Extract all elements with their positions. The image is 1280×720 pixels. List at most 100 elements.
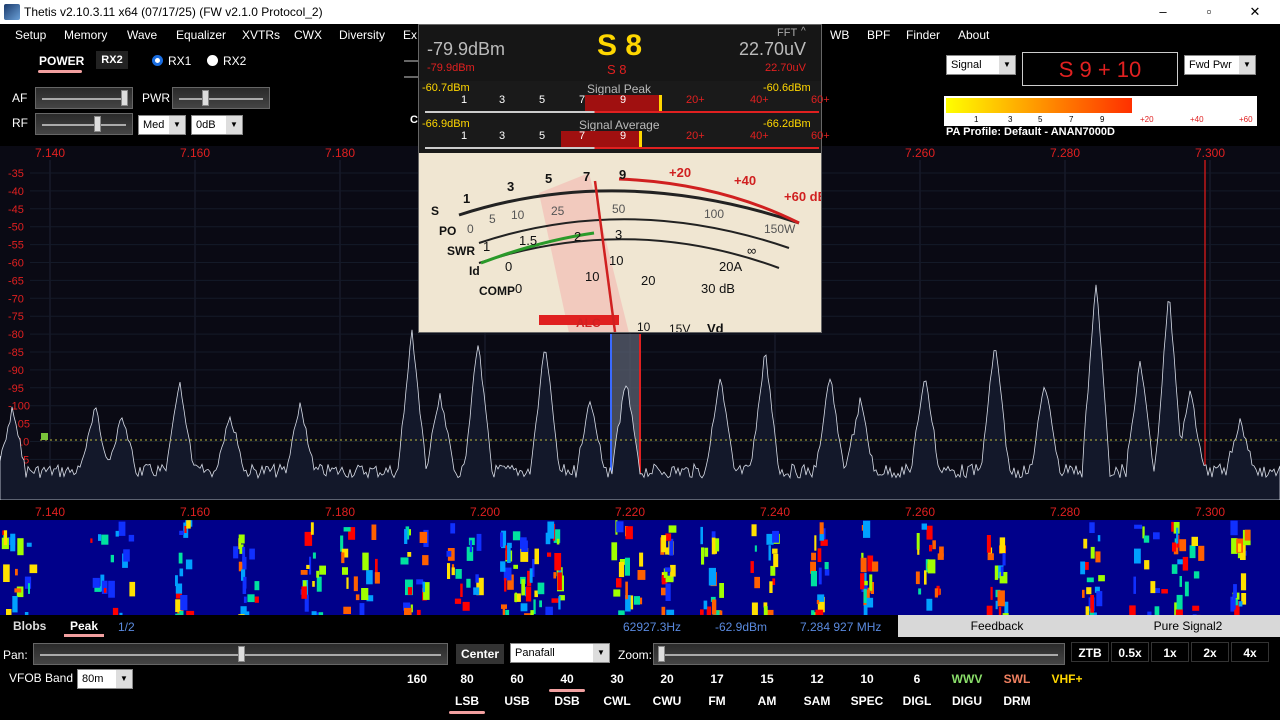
- scale-label: 60+: [811, 94, 830, 106]
- waterfall-cell: [703, 600, 708, 610]
- band-button-10[interactable]: 10: [845, 670, 889, 688]
- waterfall-cell: [473, 587, 480, 595]
- band-button-160[interactable]: 160: [395, 670, 439, 688]
- band-button-6[interactable]: 6: [895, 670, 939, 688]
- af-slider[interactable]: [35, 87, 133, 109]
- pure-signal-button[interactable]: Pure Signal2: [1096, 615, 1280, 637]
- blobs-button[interactable]: Blobs: [13, 619, 46, 633]
- meter-overlay[interactable]: -79.9dBm S 8 22.70uV FFT ^ -79.9dBm S 8 …: [418, 24, 830, 333]
- scale-label: 7: [579, 130, 586, 142]
- rx2-button[interactable]: RX2: [96, 51, 128, 69]
- menu-wb[interactable]: WB: [830, 28, 849, 42]
- scale-label: 5: [539, 94, 546, 106]
- close-button[interactable]: ✕: [1232, 2, 1278, 22]
- menu-memory[interactable]: Memory: [64, 28, 107, 42]
- band-button-20[interactable]: 20: [645, 670, 689, 688]
- mode-button-spec[interactable]: SPEC: [845, 692, 889, 710]
- waterfall-cell: [547, 552, 552, 557]
- waterfall-cell: [12, 596, 18, 613]
- mode-button-fm[interactable]: FM: [695, 692, 739, 710]
- maximize-button[interactable]: ▫: [1186, 2, 1232, 22]
- mode-button-drm[interactable]: DRM: [995, 692, 1039, 710]
- chevron-up-icon[interactable]: ^: [801, 26, 806, 37]
- zoom-button-ZTB[interactable]: ZTB: [1071, 642, 1109, 662]
- meter-uv-small: 22.70uV: [765, 62, 806, 74]
- menu-about[interactable]: About: [958, 28, 989, 42]
- band-button-17[interactable]: 17: [695, 670, 739, 688]
- waterfall-cell: [521, 579, 525, 596]
- center-button[interactable]: Center: [456, 644, 504, 664]
- po-scale-label: 5: [489, 212, 496, 226]
- menu-xvtrs[interactable]: XVTRs: [242, 28, 280, 42]
- menu-diversity[interactable]: Diversity: [339, 28, 385, 42]
- page-indicator[interactable]: 1/2: [118, 620, 135, 634]
- rf-slider[interactable]: [35, 113, 133, 135]
- rx1-radio[interactable]: [152, 55, 163, 66]
- waterfall-cell: [926, 525, 933, 540]
- rx2-radio[interactable]: [207, 55, 218, 66]
- power-button[interactable]: POWER: [39, 54, 84, 68]
- menu-wave[interactable]: Wave: [127, 28, 157, 42]
- waterfall-cell: [312, 552, 316, 559]
- zoom-button-1x[interactable]: 1x: [1151, 642, 1189, 662]
- menu-cwx[interactable]: CWX: [294, 28, 322, 42]
- agc-select[interactable]: Med ▼: [138, 115, 186, 135]
- menu-setup[interactable]: Setup: [15, 28, 46, 42]
- minimize-button[interactable]: –: [1140, 2, 1186, 22]
- mode-button-digl[interactable]: DIGL: [895, 692, 939, 710]
- band-button-60[interactable]: 60: [495, 670, 539, 688]
- preamp-select[interactable]: 0dB ▼: [191, 115, 243, 135]
- band-button-12[interactable]: 12: [795, 670, 839, 688]
- waterfall-cell: [300, 570, 308, 575]
- vfob-band-select[interactable]: 80m ▼: [77, 669, 133, 689]
- mode-button-lsb[interactable]: LSB: [445, 692, 489, 710]
- waterfall-cell: [254, 596, 259, 603]
- waterfall-cell: [454, 598, 462, 604]
- zoom-button-4x[interactable]: 4x: [1231, 642, 1269, 662]
- waterfall-cell: [1002, 553, 1006, 566]
- feedback-button[interactable]: Feedback: [898, 615, 1096, 637]
- mode-button-digu[interactable]: DIGU: [945, 692, 989, 710]
- waterfall-cell: [466, 578, 471, 588]
- band-button-15[interactable]: 15: [745, 670, 789, 688]
- mode-button-cwu[interactable]: CWU: [645, 692, 689, 710]
- band-button-30[interactable]: 30: [595, 670, 639, 688]
- waterfall-cell: [525, 586, 532, 602]
- band-button-vhfplus[interactable]: VHF+: [1045, 670, 1089, 688]
- waterfall-cell: [997, 590, 1005, 607]
- noise-floor-handle[interactable]: [41, 433, 48, 440]
- band-button-swl[interactable]: SWL: [995, 670, 1039, 688]
- zoom-button-2x[interactable]: 2x: [1191, 642, 1229, 662]
- waterfall-cell: [625, 526, 633, 540]
- mode-button-sam[interactable]: SAM: [795, 692, 839, 710]
- mode-button-am[interactable]: AM: [745, 692, 789, 710]
- waterfall-cell: [341, 552, 345, 564]
- pan-slider[interactable]: [33, 643, 448, 665]
- band-button-wwv[interactable]: WWV: [945, 670, 989, 688]
- waterfall-cell: [811, 552, 816, 561]
- waterfall-cell: [362, 552, 369, 571]
- menu-equalizer[interactable]: Equalizer: [176, 28, 226, 42]
- peak-button[interactable]: Peak: [70, 619, 98, 633]
- waterfall-cell: [616, 578, 622, 588]
- waterfall-cell: [706, 606, 711, 615]
- band-button-40[interactable]: 40: [545, 670, 589, 688]
- meter-select[interactable]: Signal ▼: [946, 55, 1016, 75]
- zoom-slider[interactable]: [653, 643, 1065, 665]
- band-button-80[interactable]: 80: [445, 670, 489, 688]
- waterfall-cell: [312, 581, 315, 587]
- waterfall-cell: [90, 538, 93, 543]
- zoom-button-0_5x[interactable]: 0.5x: [1111, 642, 1149, 662]
- menu-finder[interactable]: Finder: [906, 28, 940, 42]
- mode-button-dsb[interactable]: DSB: [545, 692, 589, 710]
- waterfall-cell: [316, 570, 320, 578]
- display-mode-select[interactable]: Panafall ▼: [510, 643, 610, 663]
- menu-ex[interactable]: Ex: [403, 28, 417, 42]
- pwr-slider[interactable]: [172, 87, 270, 109]
- waterfall-cell: [1189, 545, 1196, 559]
- mode-button-usb[interactable]: USB: [495, 692, 539, 710]
- tx-meter-select[interactable]: Fwd Pwr ▼: [1184, 55, 1256, 75]
- menu-bpf[interactable]: BPF: [867, 28, 890, 42]
- waterfall[interactable]: [0, 520, 1280, 615]
- mode-button-cwl[interactable]: CWL: [595, 692, 639, 710]
